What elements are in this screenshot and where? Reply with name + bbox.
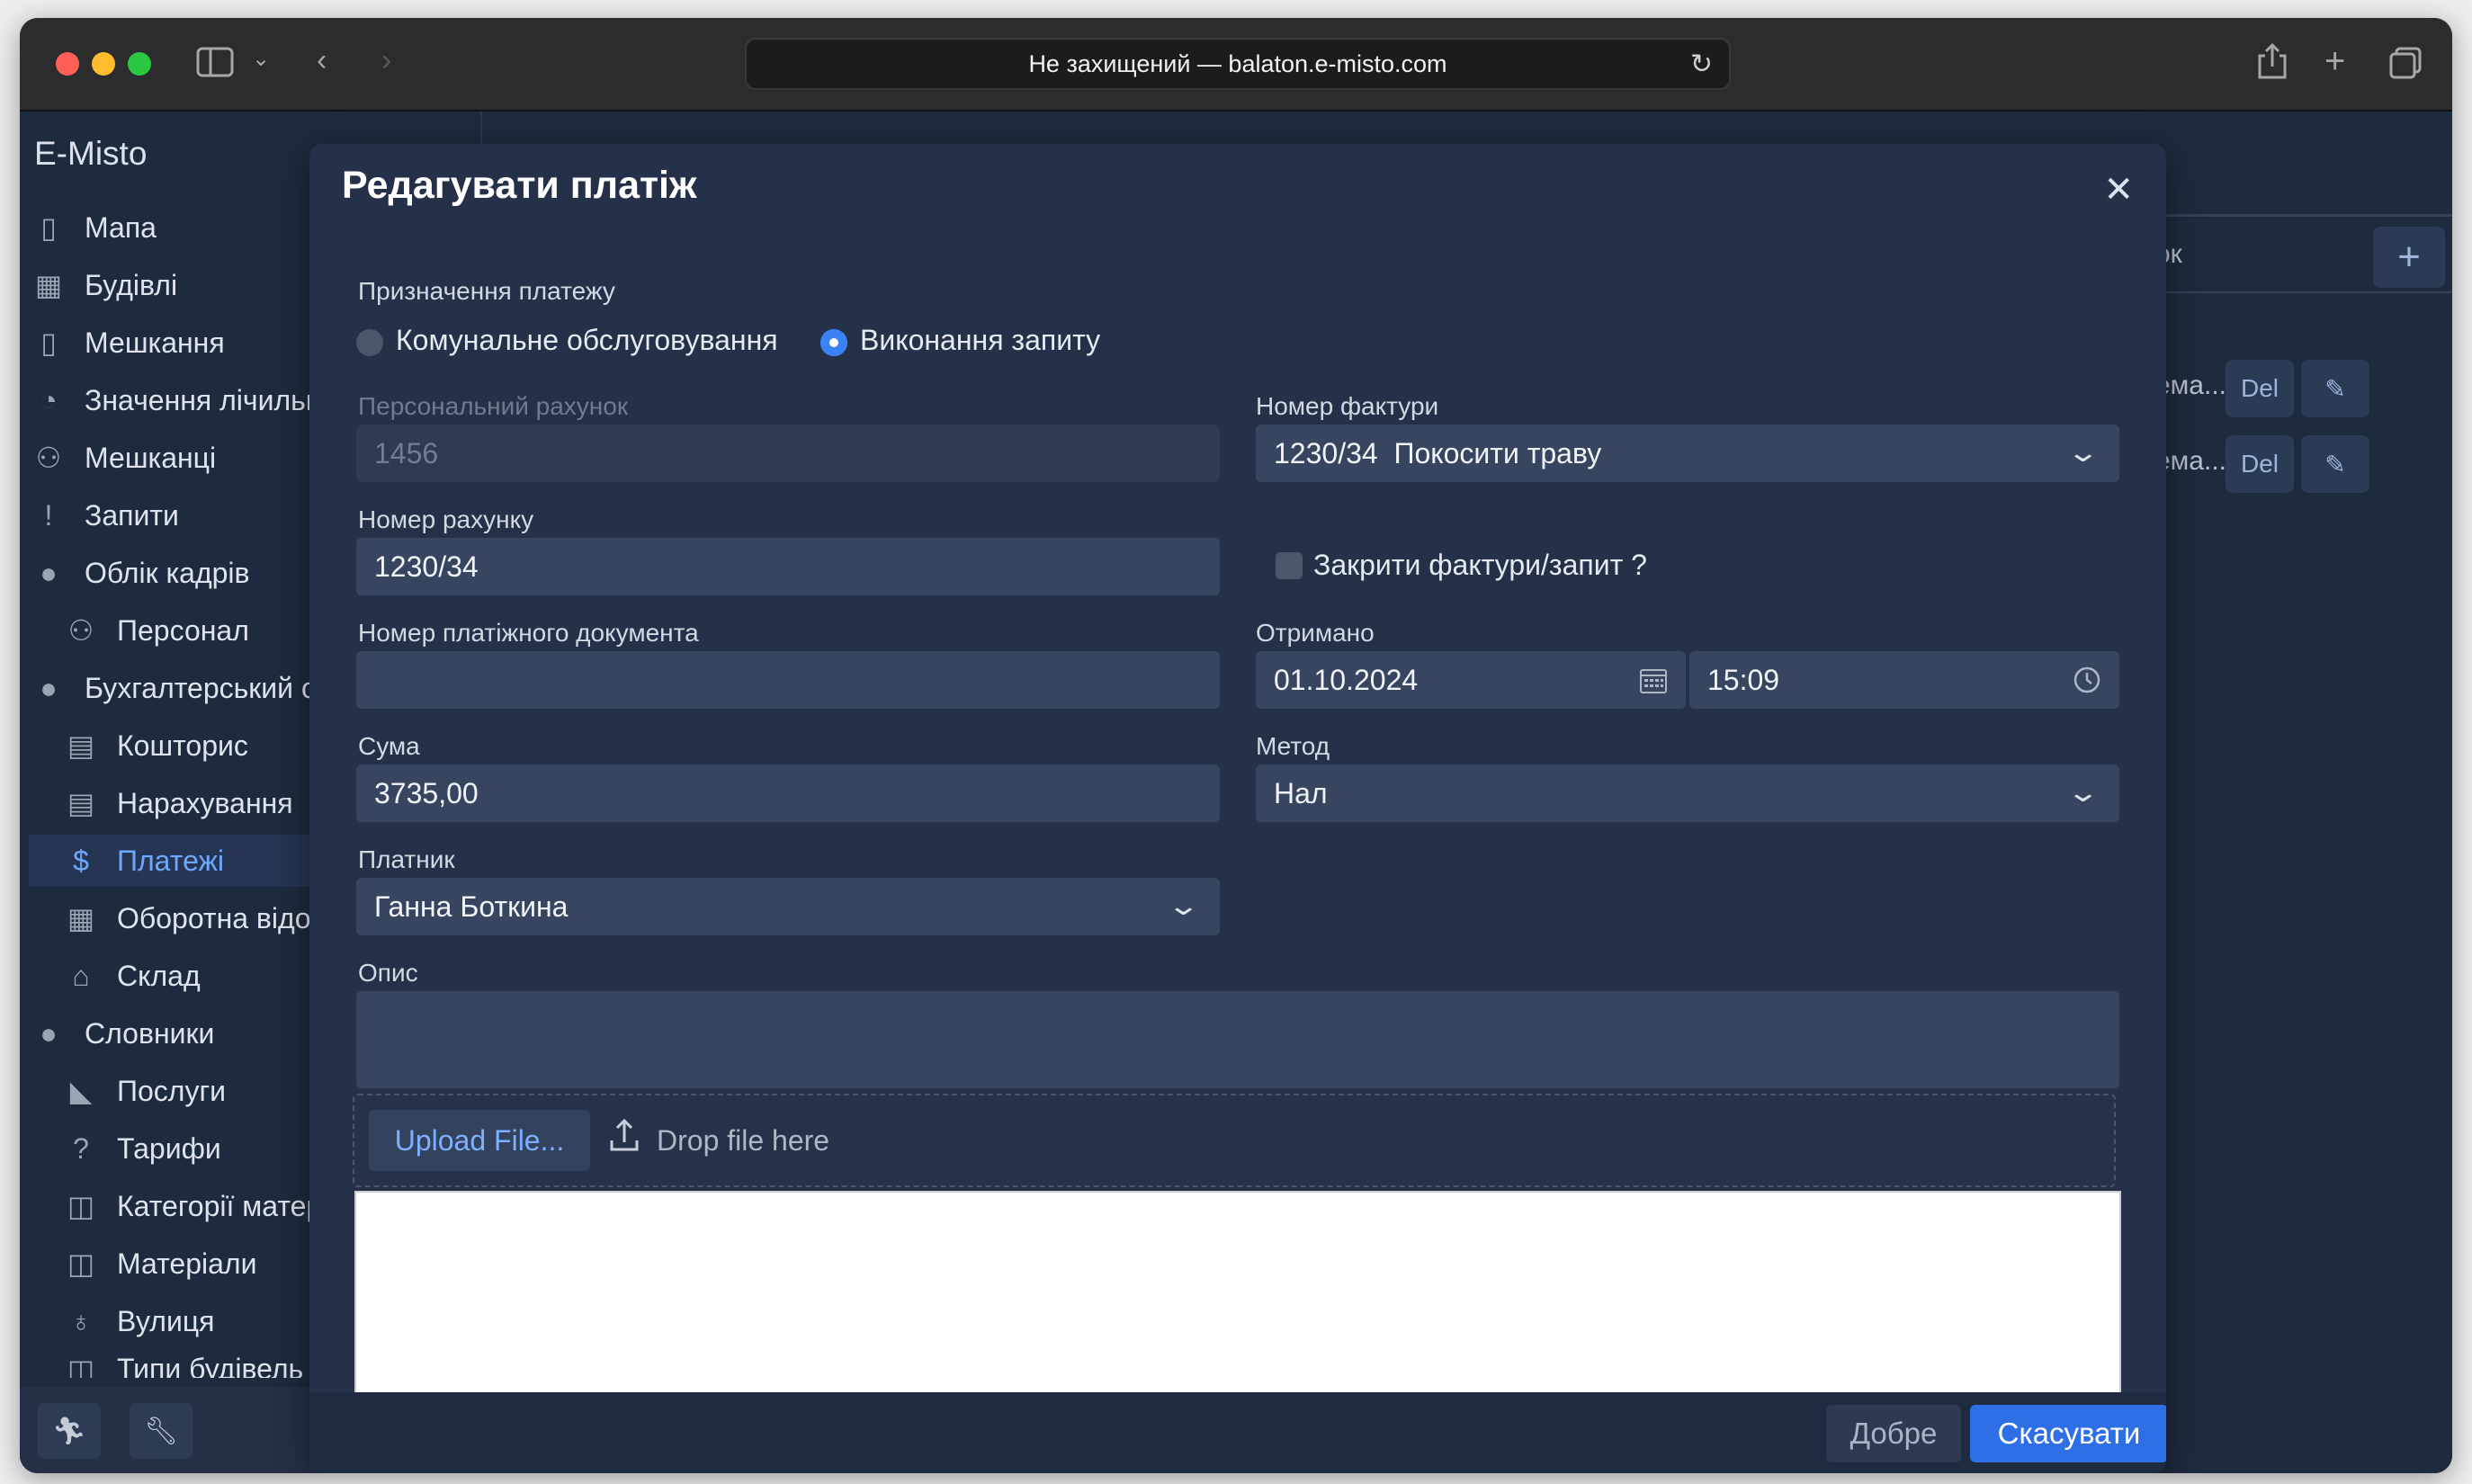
dialog-title: Редагувати платіж: [342, 164, 697, 207]
edit-icon[interactable]: ✎: [2301, 435, 2369, 493]
purpose-radio-utilities[interactable]: [356, 329, 383, 356]
chevron-down-icon: ⌄: [2065, 438, 2100, 468]
brand-title: E-Misto: [34, 135, 148, 172]
chevron-down-icon: ⌄: [1166, 891, 1201, 921]
question-icon: ?: [73, 1131, 89, 1165]
dialog-footer: Добре Скасувати: [309, 1392, 2166, 1473]
close-icon[interactable]: ✕: [2103, 169, 2134, 210]
staff-icon: ⚇: [67, 614, 94, 647]
upload-icon: [610, 1118, 639, 1151]
purpose-radio-request[interactable]: [820, 329, 847, 356]
chevron-down-icon: ⌄: [2065, 778, 2100, 808]
edit-icon[interactable]: ✎: [2301, 360, 2369, 417]
table-icon: ▦: [67, 902, 95, 934]
method-select[interactable]: Нал ⌄: [1256, 764, 2119, 822]
purpose-label: Призначення платежу: [358, 277, 615, 305]
globe-icon: ●: [40, 671, 58, 704]
description-textarea[interactable]: [356, 991, 2119, 1088]
globe-icon: ●: [40, 1016, 58, 1050]
clock-icon[interactable]: [2073, 666, 2101, 694]
service-icon: ◣: [69, 1075, 93, 1107]
pin-icon: ♁: [70, 1304, 92, 1337]
purpose-option-request-label[interactable]: Виконання запиту: [860, 324, 1100, 357]
calendar-icon[interactable]: [1639, 666, 1668, 694]
browser-window: ⌄ ‹ › Не захищений — balaton.e-misto.com…: [20, 18, 2452, 1473]
upload-file-button[interactable]: Upload File...: [369, 1110, 590, 1171]
personal-account-field: 1456: [356, 425, 1220, 482]
run-icon[interactable]: 🏃︎: [38, 1403, 101, 1459]
exclamation-icon: !: [44, 498, 53, 532]
building-icon: ▦: [34, 269, 63, 301]
ok-button[interactable]: Добре: [1826, 1405, 1961, 1462]
cancel-button[interactable]: Скасувати: [1970, 1405, 2166, 1462]
payment-doc-field[interactable]: [356, 651, 1220, 709]
close-invoice-checkbox[interactable]: [1276, 552, 1303, 579]
square-icon: ◫: [67, 1354, 95, 1378]
received-label: Отримано: [1256, 619, 1375, 647]
url-text: Не захищений — balaton.e-misto.com: [1028, 49, 1447, 77]
invoice-icon: ▤: [67, 787, 95, 819]
new-tab-icon[interactable]: +: [2324, 43, 2345, 79]
payer-label: Платник: [358, 845, 455, 873]
table-divider: [2146, 291, 2452, 293]
payment-doc-label: Номер платіжного документа: [358, 619, 699, 647]
add-button[interactable]: +: [2373, 227, 2445, 288]
invoice-number-label: Номер фактури: [1256, 392, 1439, 420]
amount-label: Сума: [358, 732, 420, 760]
payer-select[interactable]: Ганна Боткина ⌄: [356, 878, 1220, 935]
file-preview-area: [354, 1191, 2121, 1403]
close-window-button[interactable]: [56, 52, 79, 76]
zoom-window-button[interactable]: [128, 52, 151, 76]
amount-field[interactable]: 3735,00: [356, 764, 1220, 822]
file-dropzone[interactable]: Upload File... Drop file here: [353, 1094, 2116, 1187]
estimate-icon: ▤: [67, 729, 95, 762]
method-label: Метод: [1256, 732, 1330, 760]
wrench-icon[interactable]: 🔧︎: [130, 1403, 193, 1459]
purpose-option-utilities-label[interactable]: Комунальне обслуговування: [396, 324, 778, 357]
warehouse-icon: ⌂: [72, 959, 90, 992]
sidebar-toggle-icon[interactable]: [196, 45, 236, 79]
minimize-window-button[interactable]: [92, 52, 115, 76]
browser-toolbar: ⌄ ‹ › Не захищений — balaton.e-misto.com…: [20, 18, 2452, 112]
personal-account-label: Персональний рахунок: [358, 392, 629, 420]
square-icon: ◫: [67, 1190, 95, 1222]
map-icon: ▯: [40, 211, 57, 244]
square-icon: ◫: [67, 1247, 95, 1280]
delete-button[interactable]: Del: [2226, 435, 2294, 493]
app-area: E-Misto ▯ Мапа ▦ Будівлі ▯ Мешкання ◔ Значен…: [20, 112, 2452, 1473]
globe-icon: ●: [40, 556, 58, 589]
account-number-field[interactable]: 1230/34: [356, 538, 1220, 595]
description-label: Опис: [358, 959, 418, 987]
delete-button[interactable]: Del: [2226, 360, 2294, 417]
chevron-down-icon[interactable]: ⌄: [252, 49, 270, 70]
received-date-field[interactable]: 01.10.2024: [1256, 651, 1686, 709]
back-icon[interactable]: ‹: [317, 45, 327, 76]
invoice-number-select[interactable]: 1230/34 Покосити траву ⌄: [1256, 425, 2119, 482]
gauge-icon: ◔: [40, 383, 58, 416]
forward-icon[interactable]: ›: [381, 45, 391, 76]
close-invoice-label[interactable]: Закрити фактури/запит ?: [1313, 549, 1647, 582]
received-time-field[interactable]: 15:09: [1689, 651, 2119, 709]
door-icon: ▯: [40, 326, 57, 359]
dollar-icon: $: [73, 844, 89, 877]
account-number-label: Номер рахунку: [358, 505, 534, 533]
reload-icon[interactable]: ↻: [1690, 49, 1713, 80]
edit-payment-dialog: Редагувати платіж ✕ Призначення платежу …: [309, 144, 2166, 1473]
share-icon[interactable]: [2256, 41, 2288, 81]
tab-overview-icon[interactable]: [2387, 45, 2423, 81]
address-bar[interactable]: Не захищений — balaton.e-misto.com ↻: [745, 38, 1731, 90]
people-icon: ⚇: [35, 442, 62, 474]
drop-file-hint: Drop file here: [657, 1124, 830, 1157]
